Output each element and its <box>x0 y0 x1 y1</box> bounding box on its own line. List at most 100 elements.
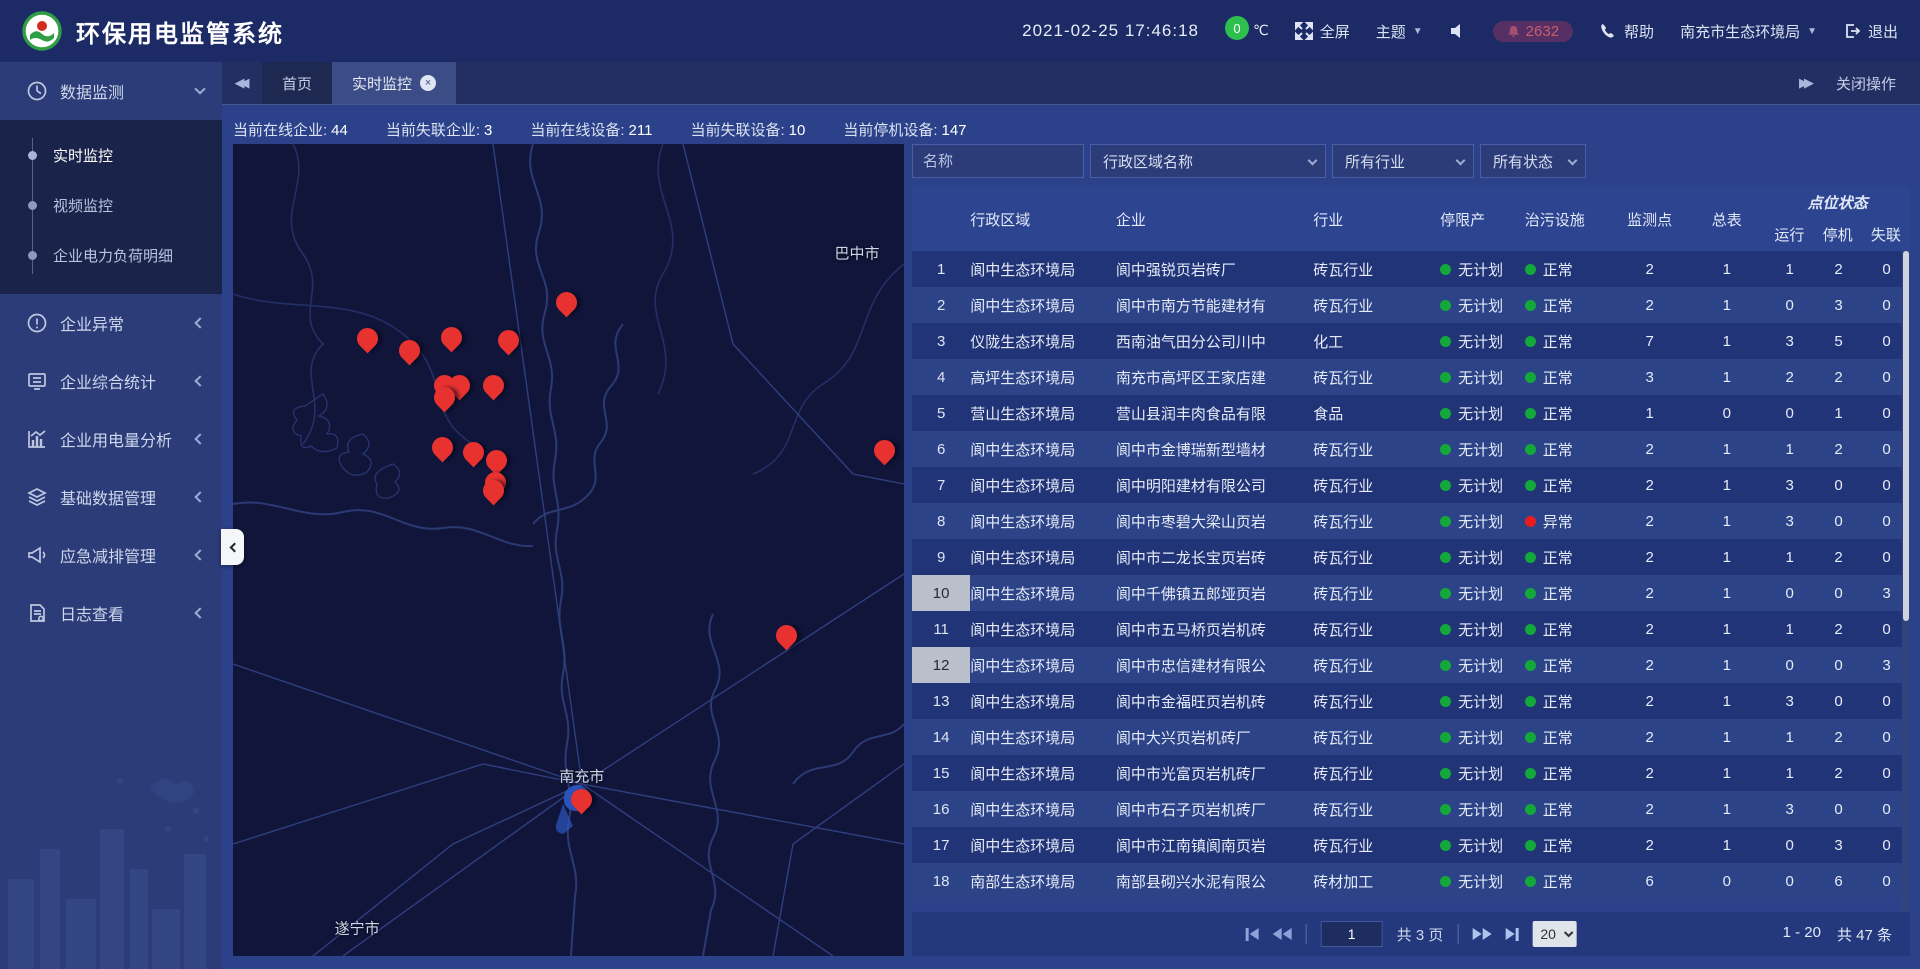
stat-value: 147 <box>942 122 967 139</box>
cell-limit-status: 无计划 <box>1440 611 1525 647</box>
status-filter-select[interactable]: 所有状态 <box>1480 144 1586 178</box>
region-filter-select[interactable]: 行政区域名称 <box>1090 144 1326 178</box>
sidebar-item-4[interactable]: 基础数据管理 <box>0 468 222 526</box>
notification-badge[interactable]: 2632 <box>1493 21 1573 42</box>
table-row[interactable]: 3仪陇生态环境局西南油气田分公司川中化工无计划正常71350 <box>912 323 1910 359</box>
table-row[interactable]: 17阆中生态环境局阆中市江南镇阆南页岩砖瓦行业无计划正常21030 <box>912 827 1910 863</box>
page-size-select[interactable]: 20 <box>1532 921 1576 947</box>
table-row[interactable]: 15阆中生态环境局阆中市光富页岩机砖厂砖瓦行业无计划正常21120 <box>912 755 1910 791</box>
prev-page-button[interactable] <box>1273 928 1292 940</box>
table-row[interactable]: 12阆中生态环境局阆中市忠信建材有限公砖瓦行业无计划正常21003 <box>912 647 1910 683</box>
table-row[interactable]: 13阆中生态环境局阆中市金福旺页岩机砖砖瓦行业无计划正常21300 <box>912 683 1910 719</box>
table-row[interactable]: 18南部生态环境局南部县砌兴水泥有限公砖材加工无计划正常60060 <box>912 863 1910 899</box>
stat-item: 当前停机设备:147 <box>843 119 966 140</box>
cell-points: 6 <box>1611 863 1688 899</box>
sidebar-collapse-toggle[interactable] <box>221 529 244 565</box>
app-window: 环保用电监管系统 2021-02-25 17:46:18 0 ℃ 全屏 主题 ▼… <box>0 0 1920 969</box>
map-city-label: 南充市 <box>559 765 604 786</box>
sidebar-item-5[interactable]: 应急减排管理 <box>0 526 222 584</box>
tabs-scroll-left-button[interactable]: ◀◀ <box>222 62 262 104</box>
chevron-left-icon <box>194 607 205 618</box>
industry-filter-select[interactable]: 所有行业 <box>1332 144 1474 178</box>
status-dot-green-icon <box>1525 696 1536 707</box>
table-row[interactable]: 11阆中生态环境局阆中市五马桥页岩机砖砖瓦行业无计划正常21120 <box>912 611 1910 647</box>
cell-company: 阆中市忠信建材有限公 <box>1116 647 1313 683</box>
theme-dropdown[interactable]: 主题 ▼ <box>1376 21 1423 42</box>
sidebar-item-3[interactable]: 企业用电量分析 <box>0 410 222 468</box>
table-row[interactable]: 6阆中生态环境局阆中市金博瑞新型墙材砖瓦行业无计划正常21120 <box>912 431 1910 467</box>
first-page-button[interactable] <box>1246 928 1259 941</box>
tab-realtime-monitor[interactable]: 实时监控 × <box>332 62 456 104</box>
cell-run: 1 <box>1765 431 1814 467</box>
cell-facility-status: 正常 <box>1525 647 1611 683</box>
status-dot-green-icon <box>1440 588 1451 599</box>
next-page-button[interactable] <box>1472 928 1491 940</box>
cell-run: 0 <box>1765 395 1814 431</box>
table-row[interactable]: 9阆中生态环境局阆中市二龙长宝页岩砖砖瓦行业无计划正常21120 <box>912 539 1910 575</box>
map-panel[interactable]: 巴中市南充市遂宁市 <box>233 144 904 956</box>
table-row[interactable]: 2阆中生态环境局阆中市南方节能建材有砖瓦行业无计划正常21030 <box>912 287 1910 323</box>
chevron-down-icon <box>1456 156 1466 166</box>
total-count-label: 共 47 条 <box>1837 924 1892 945</box>
cell-points: 2 <box>1611 431 1688 467</box>
table-row[interactable]: 5营山生态环境局营山县润丰肉食品有限食品无计划正常10010 <box>912 395 1910 431</box>
stat-value: 3 <box>484 122 492 139</box>
table-row[interactable]: 8阆中生态环境局阆中市枣碧大梁山页岩砖瓦行业无计划异常21300 <box>912 503 1910 539</box>
table-row[interactable]: 14阆中生态环境局阆中大兴页岩机砖厂砖瓦行业无计划正常21120 <box>912 719 1910 755</box>
temperature-badge: 0 <box>1225 16 1249 40</box>
last-page-button[interactable] <box>1505 928 1518 941</box>
cell-index: 1 <box>912 251 970 287</box>
org-dropdown[interactable]: 南充市生态环境局 ▼ <box>1680 21 1817 42</box>
logout-button[interactable]: 退出 <box>1843 21 1898 42</box>
cell-run: 3 <box>1765 323 1814 359</box>
sidebar-item-6[interactable]: 日志查看 <box>0 584 222 642</box>
cell-meters: 1 <box>1688 359 1765 395</box>
cell-facility-status: 异常 <box>1525 503 1611 539</box>
sidebar-item-0[interactable]: 数据监测 <box>0 62 222 120</box>
tabs-scroll-right-button[interactable]: ▶▶ <box>1799 75 1814 91</box>
cell-industry: 化工 <box>1313 323 1440 359</box>
name-filter-input[interactable] <box>912 144 1084 178</box>
tab-close-icon[interactable]: × <box>420 75 436 91</box>
table-row[interactable]: 7阆中生态环境局阆中明阳建材有限公司砖瓦行业无计划正常21300 <box>912 467 1910 503</box>
cell-industry: 砖瓦行业 <box>1313 683 1440 719</box>
fullscreen-button[interactable]: 全屏 <box>1295 21 1350 42</box>
cell-company: 阆中市五马桥页岩机砖 <box>1116 611 1313 647</box>
sidebar-subitem[interactable]: 企业电力负荷明细 <box>0 230 222 280</box>
tab-home[interactable]: 首页 <box>262 62 332 104</box>
status-dot-green-icon <box>1525 876 1536 887</box>
status-dot-green-icon <box>1525 264 1536 275</box>
speaker-muted-icon <box>1449 22 1467 40</box>
cell-company: 阆中市枣碧大梁山页岩 <box>1116 503 1313 539</box>
cell-meters: 1 <box>1688 323 1765 359</box>
help-button[interactable]: 帮助 <box>1599 21 1654 42</box>
cell-run: 0 <box>1765 863 1814 899</box>
cell-limit-status: 无计划 <box>1440 755 1525 791</box>
app-title: 环保用电监管系统 <box>76 14 284 49</box>
table-row[interactable]: 10阆中生态环境局阆中千佛镇五郎垭页岩砖瓦行业无计划正常21003 <box>912 575 1910 611</box>
page-number-input[interactable] <box>1321 921 1383 947</box>
table-row[interactable]: 4高坪生态环境局南充市高坪区王家店建砖瓦行业无计划正常31220 <box>912 359 1910 395</box>
sidebar-subitem[interactable]: 实时监控 <box>0 130 222 180</box>
cell-run: 1 <box>1765 539 1814 575</box>
status-dot-green-icon <box>1440 876 1451 887</box>
cell-run: 3 <box>1765 791 1814 827</box>
map-city-label: 遂宁市 <box>335 917 380 938</box>
cell-industry: 砖瓦行业 <box>1313 575 1440 611</box>
cell-limit-status: 无计划 <box>1440 467 1525 503</box>
sidebar-subitem[interactable]: 视频监控 <box>0 180 222 230</box>
chart-icon <box>26 428 48 450</box>
sidebar-item-2[interactable]: 企业综合统计 <box>0 352 222 410</box>
cell-stop: 0 <box>1814 467 1863 503</box>
cell-points: 2 <box>1611 755 1688 791</box>
mute-button[interactable] <box>1449 22 1467 40</box>
cell-index: 10 <box>912 575 970 611</box>
close-operations-button[interactable]: 关闭操作 <box>1836 73 1896 94</box>
pin-icon <box>353 324 383 354</box>
table-scrollbar[interactable] <box>1902 251 1910 912</box>
table-row[interactable]: 1阆中生态环境局阆中强锐页岩砖厂砖瓦行业无计划正常21120 <box>912 251 1910 287</box>
cell-stop: 0 <box>1814 503 1863 539</box>
table-row[interactable]: 16阆中生态环境局阆中市石子页岩机砖厂砖瓦行业无计划正常21300 <box>912 791 1910 827</box>
cell-company: 阆中市金福旺页岩机砖 <box>1116 683 1313 719</box>
sidebar-item-1[interactable]: 企业异常 <box>0 294 222 352</box>
